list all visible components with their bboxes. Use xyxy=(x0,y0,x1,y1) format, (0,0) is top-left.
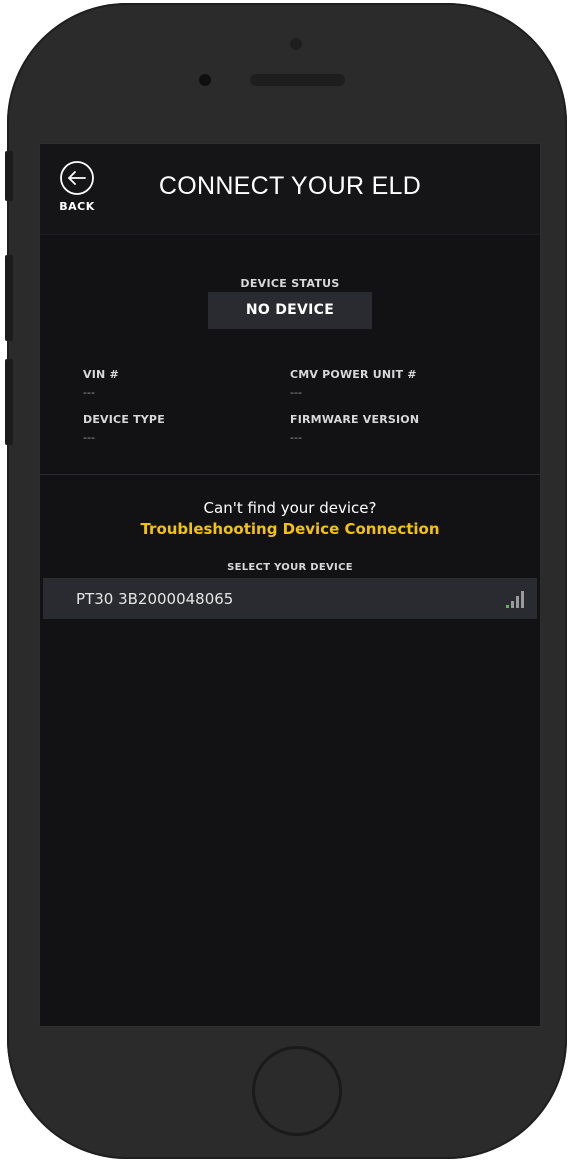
device-status-badge: NO DEVICE xyxy=(208,292,372,329)
device-list-item[interactable]: PT30 3B2000048065 xyxy=(43,578,537,619)
vin-value: --- xyxy=(83,386,95,399)
volume-down-button xyxy=(5,359,13,445)
earpiece-speaker xyxy=(250,74,345,86)
mute-switch xyxy=(5,151,13,201)
page-title: CONNECT YOUR ELD xyxy=(158,172,422,200)
home-button[interactable] xyxy=(252,1046,342,1136)
volume-up-button xyxy=(5,255,13,341)
back-label: BACK xyxy=(59,200,95,213)
device-type-label: DEVICE TYPE xyxy=(83,413,165,426)
cmv-power-unit-value: --- xyxy=(290,386,302,399)
signal-strength-icon xyxy=(506,591,524,608)
arrow-left-circle-icon xyxy=(60,161,94,195)
cmv-power-unit-label: CMV POWER UNIT # xyxy=(290,368,417,381)
firmware-version-label: FIRMWARE VERSION xyxy=(290,413,420,426)
device-type-value: --- xyxy=(83,431,95,444)
back-button[interactable]: BACK xyxy=(54,160,100,222)
troubleshooting-link[interactable]: Troubleshooting Device Connection xyxy=(40,520,540,538)
firmware-version-value: --- xyxy=(290,431,302,444)
cant-find-device-text: Can't find your device? xyxy=(203,499,377,517)
device-status-label: DEVICE STATUS xyxy=(240,277,340,290)
rear-camera-dot xyxy=(290,38,302,50)
section-divider xyxy=(40,474,540,475)
header-bar: BACK CONNECT YOUR ELD xyxy=(40,144,540,235)
app-screen: BACK CONNECT YOUR ELD DEVICE STATUS NO D… xyxy=(39,143,541,1027)
device-name: PT30 3B2000048065 xyxy=(76,590,234,608)
vin-label: VIN # xyxy=(83,368,119,381)
front-camera xyxy=(199,74,211,86)
select-device-label: SELECT YOUR DEVICE xyxy=(227,562,353,573)
